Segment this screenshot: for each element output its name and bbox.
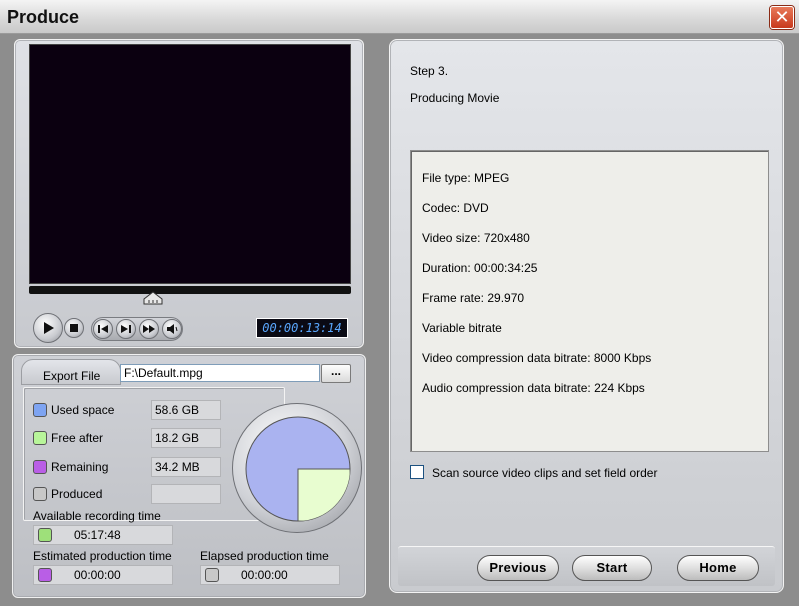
previous-frame-icon	[98, 325, 108, 333]
step-title: Producing Movie	[410, 91, 500, 105]
estimated-production-label: Estimated production time	[33, 549, 172, 563]
preview-panel: 00:00:13:14	[14, 39, 364, 348]
free-after-label: Free after	[51, 431, 104, 445]
video-preview	[29, 44, 351, 284]
available-recording-box: 05:17:48	[33, 525, 173, 545]
remaining-label: Remaining	[51, 460, 109, 474]
estimated-production-box: 00:00:00	[33, 565, 173, 585]
previous-frame-button[interactable]	[93, 319, 113, 339]
browse-button[interactable]: ...	[321, 364, 351, 383]
estimated-production-value: 00:00:00	[74, 568, 121, 582]
next-frame-icon	[121, 325, 131, 333]
movie-info-box: File type: MPEG Codec: DVD Video size: 7…	[410, 150, 769, 452]
produced-value	[151, 484, 221, 504]
stop-button[interactable]	[64, 318, 84, 338]
timecode-display: 00:00:13:14	[256, 318, 348, 338]
scrub-thumb-icon[interactable]	[143, 291, 163, 305]
play-icon	[44, 322, 54, 334]
info-bitrate-mode: Variable bitrate	[422, 321, 502, 335]
main-area: 00:00:13:14 Export File F:\Default.mpg .…	[0, 34, 799, 606]
available-recording-swatch	[38, 528, 52, 542]
home-button[interactable]: Home	[677, 555, 759, 581]
info-frame-rate: Frame rate: 29.970	[422, 291, 525, 305]
elapsed-production-box: 00:00:00	[200, 565, 340, 585]
stop-icon	[70, 324, 78, 332]
disk-usage-pie	[232, 403, 362, 533]
elapsed-production-swatch	[205, 568, 219, 582]
info-file-type: File type: MPEG	[422, 171, 510, 185]
remaining-swatch	[33, 460, 47, 474]
volume-button[interactable]	[162, 319, 182, 339]
fast-forward-button[interactable]	[139, 319, 159, 339]
close-button[interactable]: ✕	[770, 6, 794, 29]
wizard-button-bar: Previous Start Home	[398, 546, 775, 586]
wizard-panel: Step 3. Producing Movie File type: MPEG …	[389, 39, 784, 593]
produced-label: Produced	[51, 487, 103, 501]
fast-forward-icon	[143, 325, 155, 333]
next-frame-button[interactable]	[116, 319, 136, 339]
export-panel: Export File F:\Default.mpg ... Used spac…	[12, 354, 366, 598]
free-after-slice	[297, 468, 350, 521]
elapsed-production-value: 00:00:00	[241, 568, 288, 582]
step-label: Step 3.	[410, 64, 449, 78]
info-codec: Codec: DVD	[422, 201, 489, 215]
export-path-field[interactable]: F:\Default.mpg	[120, 364, 320, 382]
estimated-production-swatch	[38, 568, 52, 582]
disk-usage-pie-chart	[245, 416, 351, 522]
available-recording-value: 05:17:48	[74, 528, 121, 542]
start-button[interactable]: Start	[572, 555, 652, 581]
title-bar: Produce ✕	[0, 0, 799, 34]
export-file-label: Export File	[43, 369, 101, 383]
used-space-label: Used space	[51, 403, 115, 417]
volume-icon	[167, 324, 178, 334]
elapsed-production-label: Elapsed production time	[200, 549, 329, 563]
free-after-value: 18.2 GB	[151, 428, 221, 448]
scan-label: Scan source video clips and set field or…	[432, 466, 658, 480]
info-video-bitrate: Video compression data bitrate: 8000 Kbp…	[422, 351, 652, 365]
available-recording-label: Available recording time	[33, 509, 161, 523]
used-space-swatch	[33, 403, 47, 417]
remaining-value: 34.2 MB	[151, 457, 221, 477]
previous-button[interactable]: Previous	[477, 555, 559, 581]
free-after-swatch	[33, 431, 47, 445]
info-video-size: Video size: 720x480	[422, 231, 530, 245]
close-icon: ✕	[774, 7, 790, 27]
scrub-track[interactable]	[29, 286, 351, 294]
used-space-value: 58.6 GB	[151, 400, 221, 420]
play-button[interactable]	[33, 313, 63, 343]
info-audio-bitrate: Audio compression data bitrate: 224 Kbps	[422, 381, 645, 395]
produced-swatch	[33, 487, 47, 501]
scan-checkbox[interactable]	[410, 465, 424, 479]
info-duration: Duration: 00:00:34:25	[422, 261, 538, 275]
window-title: Produce	[7, 7, 80, 27]
